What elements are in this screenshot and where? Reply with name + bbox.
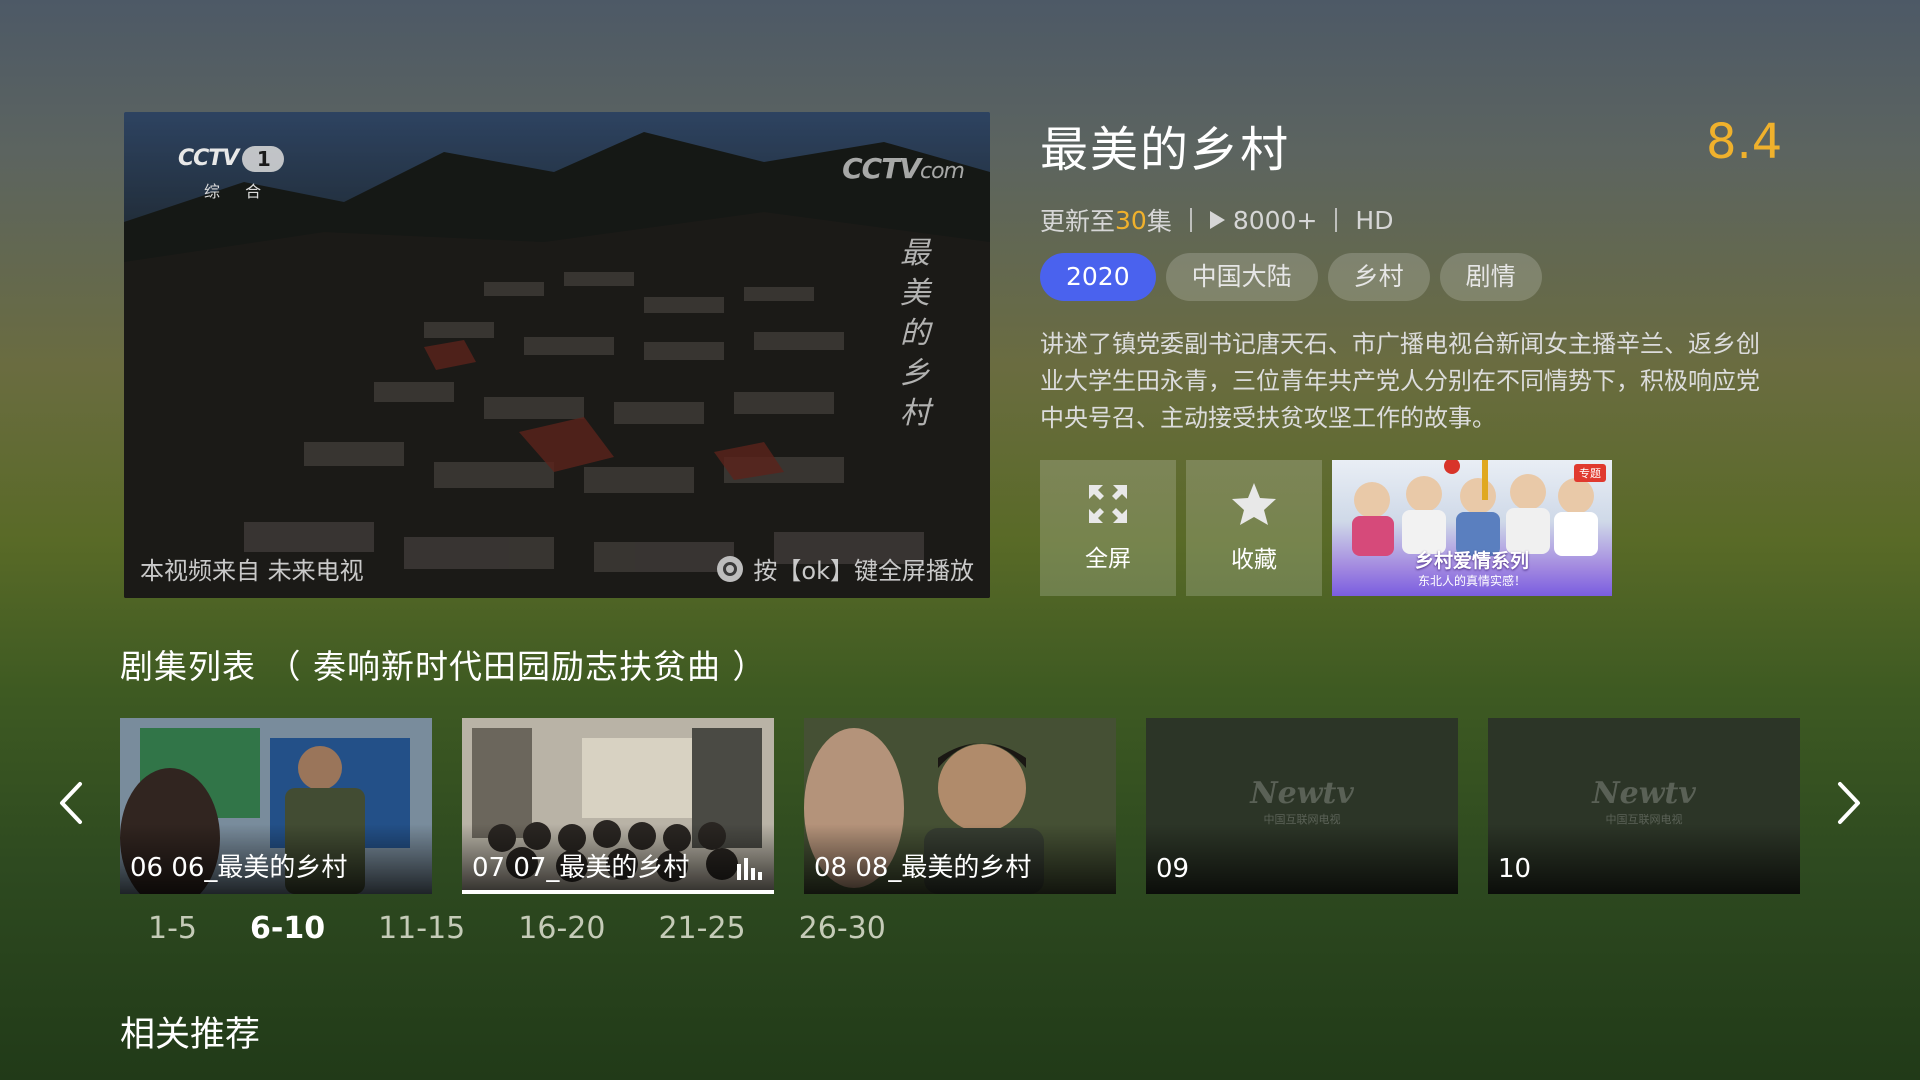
episode-label: 09: [1156, 854, 1190, 884]
tag-region[interactable]: 中国大陆: [1165, 253, 1318, 301]
fullscreen-hint: 按【ok】键全屏播放: [717, 551, 974, 586]
episode-section-title: 剧集列表 （ 奏响新时代田园励志扶贫曲 ）: [120, 647, 767, 686]
episode-range-tabs: 1-5 6-10 11-15 16-20 21-25 26-30: [148, 911, 939, 946]
placeholder-logo-text: Newtv: [1592, 776, 1696, 811]
episode-label: 08 08_最美的乡村: [814, 853, 1032, 883]
promo-banner[interactable]: 专题 乡村爱情系列 东北人的真情实感！: [1332, 460, 1612, 596]
vertical-title-char: 美: [900, 276, 930, 311]
vertical-title-char: 的: [900, 316, 930, 351]
tag-list: 2020 中国大陆 乡村 剧情: [1040, 253, 1542, 301]
remote-ok-icon: [717, 555, 744, 582]
cctv1-logo: CCTV 1: [178, 146, 288, 174]
vertical-calligraphy-title: 最 美 的 乡 村: [898, 234, 932, 434]
show-description: 讲述了镇党委副书记唐天石、市广播电视台新闻女主播辛兰、返乡创业大学生田永青，三位…: [1040, 330, 1760, 432]
fullscreen-button[interactable]: 全屏: [1040, 460, 1176, 596]
expand-arrows-icon: [1089, 485, 1127, 523]
promo-title: 乡村爱情系列: [1414, 550, 1529, 572]
channel-number: 1: [242, 146, 285, 172]
vertical-title-char: 村: [900, 396, 930, 431]
equalizer-bars-icon: [737, 858, 762, 880]
newtv-placeholder-logo: Newtv 中国互联网电视: [1146, 776, 1458, 827]
fullscreen-hint-text: 按【ok】键全屏播放: [753, 557, 974, 585]
episode-label: 10: [1498, 854, 1532, 884]
show-title: 最美的乡村: [1040, 122, 1291, 178]
placeholder-logo-text: Newtv: [1250, 776, 1354, 811]
episode-label: 06 06_最美的乡村: [130, 853, 348, 883]
range-tab[interactable]: 1-5: [148, 911, 197, 946]
chevron-left-icon[interactable]: [56, 780, 86, 826]
play-count: 8000+: [1232, 205, 1318, 235]
episode-card[interactable]: 06 06_最美的乡村: [120, 718, 432, 894]
episode-shade: [1488, 824, 1800, 894]
episode-label: 07 07_最美的乡村: [472, 853, 690, 883]
favorite-label: 收藏: [1231, 547, 1277, 573]
play-triangle-icon: [1209, 211, 1225, 229]
vertical-title-char: 乡: [900, 356, 930, 391]
chevron-right-icon[interactable]: [1834, 780, 1864, 826]
meta-divider: [1189, 208, 1192, 232]
range-tab[interactable]: 11-15: [378, 911, 465, 946]
video-preview[interactable]: CCTV 1 综 合 CCTVcom 最 美 的 乡 村 本视频来自 未来电视 按…: [124, 112, 990, 598]
episode-card[interactable]: 08 08_最美的乡村: [804, 718, 1116, 894]
quality-badge: HD: [1355, 205, 1394, 235]
video-source-text: 本视频来自 未来电视: [140, 557, 364, 585]
promo-badge: 专题: [1574, 464, 1606, 482]
watermark-suffix: com: [920, 159, 965, 184]
rating-score: 8.4: [1706, 114, 1783, 170]
range-tab[interactable]: 26-30: [799, 911, 886, 946]
newtv-placeholder-logo: Newtv 中国互联网电视: [1488, 776, 1800, 827]
range-tab[interactable]: 6-10: [250, 911, 325, 946]
vertical-title-char: 最: [900, 236, 930, 271]
episode-card[interactable]: Newtv 中国互联网电视 09: [1146, 718, 1458, 894]
update-prefix: 更新至: [1040, 207, 1116, 236]
watermark-logo-text: CCTV: [842, 152, 921, 185]
range-tab[interactable]: 21-25: [658, 911, 745, 946]
tag-genre[interactable]: 剧情: [1439, 253, 1542, 301]
cctv1-logo-text: CCTV: [178, 146, 239, 171]
range-tab[interactable]: 16-20: [518, 911, 605, 946]
detail-page: CCTV 1 综 合 CCTVcom 最 美 的 乡 村 本视频来自 未来电视 按…: [0, 0, 1920, 1080]
tag-year[interactable]: 2020: [1040, 253, 1156, 301]
fullscreen-label: 全屏: [1085, 546, 1131, 572]
meta-divider: [1335, 208, 1338, 232]
show-meta: 更新至 30 集 8000+ HD: [1040, 202, 1393, 238]
episode-card[interactable]: Newtv 中国互联网电视 10: [1488, 718, 1800, 894]
update-suffix: 集: [1146, 207, 1172, 236]
episode-card[interactable]: 07 07_最美的乡村: [462, 718, 774, 894]
update-count: 30: [1115, 205, 1147, 235]
promo-subtitle: 东北人的真情实感！: [1417, 574, 1526, 588]
episode-shade: [1146, 824, 1458, 894]
channel-subtitle: 综 合: [204, 182, 272, 201]
star-icon: [1232, 483, 1276, 525]
cctv-com-watermark: CCTVcom: [842, 152, 965, 185]
favorite-button[interactable]: 收藏: [1186, 460, 1322, 596]
related-section-title: 相关推荐: [120, 1015, 261, 1055]
tag-theme[interactable]: 乡村: [1327, 253, 1430, 301]
